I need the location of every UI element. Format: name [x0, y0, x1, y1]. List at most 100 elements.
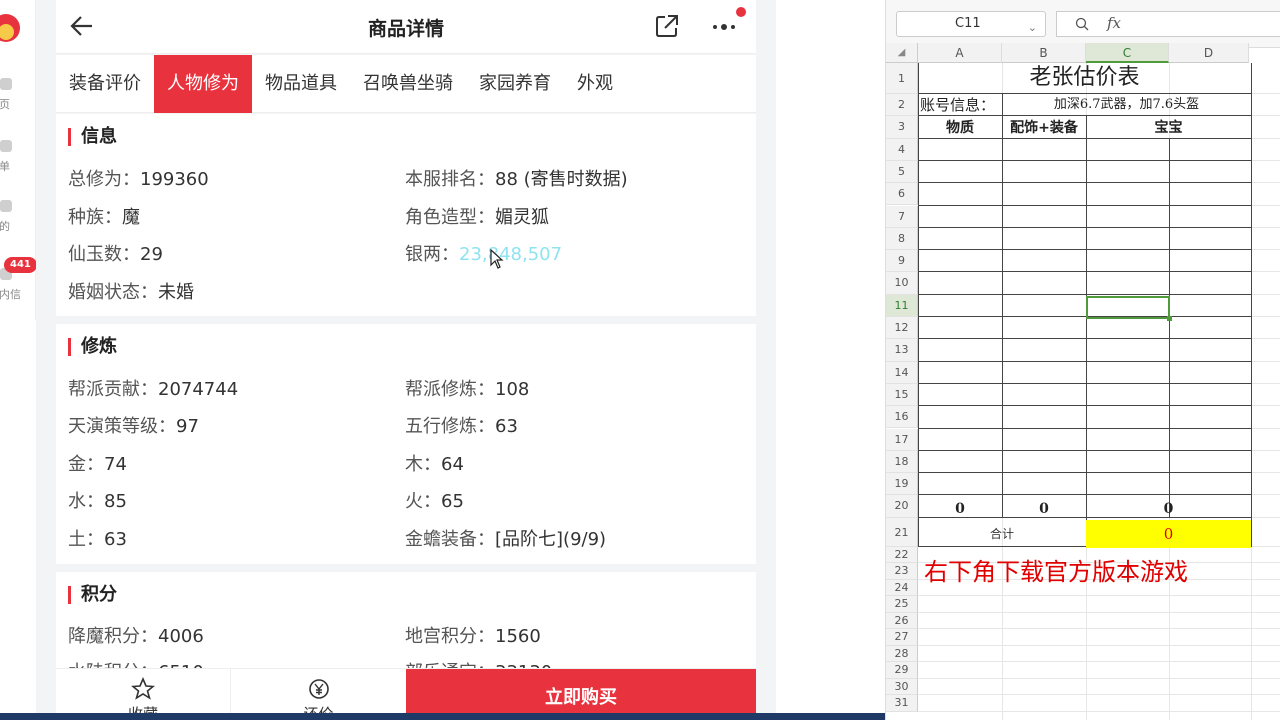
info-row: 角色造型：媚灵狐	[405, 203, 549, 229]
sidebar-item-home[interactable]: 首页	[0, 78, 36, 118]
row-header[interactable]: 12	[886, 317, 918, 340]
column-header-a[interactable]: A	[918, 43, 1002, 63]
info-key: 角色造型：	[405, 207, 495, 228]
grid-line	[918, 427, 1252, 429]
zoom-icon[interactable]	[1075, 17, 1089, 31]
tab-appearance[interactable]: 外观	[564, 55, 626, 113]
column-header-b[interactable]: B	[1002, 43, 1086, 63]
row-header[interactable]: 24	[886, 579, 918, 597]
cultivation-key: 五行修炼：	[405, 416, 495, 437]
grid-line	[1251, 63, 1252, 547]
row-header[interactable]: 19	[886, 473, 918, 496]
header-cell-a[interactable]: 物质	[918, 117, 1002, 139]
row-header[interactable]: 28	[886, 645, 918, 663]
tab-home-nurture[interactable]: 家园养育	[466, 55, 564, 113]
cultivation-row: 天演策等级：97	[68, 412, 199, 438]
row-header[interactable]: 30	[886, 678, 918, 696]
share-icon[interactable]	[654, 13, 680, 39]
row-header[interactable]: 14	[886, 361, 918, 384]
row-header[interactable]: 2	[886, 94, 918, 117]
row-header[interactable]: 31	[886, 695, 918, 712]
row-header[interactable]: 3	[886, 116, 918, 139]
account-value-cell[interactable]: 加深6.7武器，加7.6头盔	[1002, 94, 1251, 116]
grid-line	[918, 595, 1280, 597]
info-key: 仙玉数：	[68, 244, 140, 265]
row-header[interactable]: 6	[886, 183, 918, 206]
row-header[interactable]: 17	[886, 428, 918, 451]
row-header[interactable]: 1	[886, 63, 918, 94]
sum-value-cell[interactable]: 0	[1086, 520, 1251, 548]
row-header[interactable]: 9	[886, 250, 918, 273]
total-cell-c[interactable]: 0	[1086, 498, 1251, 520]
row-header[interactable]: 11	[886, 294, 918, 317]
cultivation-value: 64	[441, 454, 464, 475]
grid-line	[1086, 116, 1087, 547]
chevron-down-icon[interactable]: ⌄	[1028, 16, 1037, 40]
yen-coin-icon	[308, 679, 329, 699]
row-header[interactable]: 5	[886, 160, 918, 184]
info-value: 88 (寄售时数据)	[495, 169, 628, 190]
row-header[interactable]: 25	[886, 596, 918, 613]
row-header[interactable]: 10	[886, 272, 918, 295]
column-header-c[interactable]: C	[1086, 43, 1169, 63]
row-header[interactable]: 20	[886, 495, 918, 518]
more-icon[interactable]	[710, 14, 740, 38]
tab-equipment-review[interactable]: 装备评价	[56, 55, 154, 113]
cultivation-key: 天演策等级：	[68, 416, 176, 437]
header-cell-b[interactable]: 配饰+装备	[1002, 117, 1086, 139]
cultivation-row: 火：65	[405, 487, 464, 513]
column-header-d[interactable]: D	[1169, 43, 1249, 63]
info-key: 种族：	[68, 207, 122, 228]
cultivation-value: 2074744	[158, 379, 239, 400]
cultivation-key: 木：	[405, 454, 441, 475]
info-row: 本服排名：88 (寄售时数据)	[405, 165, 628, 191]
total-cell-a[interactable]: 0	[918, 498, 1002, 520]
tab-summons-mounts[interactable]: 召唤兽坐骑	[350, 55, 466, 113]
cultivation-key: 金：	[68, 454, 104, 475]
select-all-corner[interactable]: ◢	[886, 43, 918, 63]
order-icon	[0, 140, 12, 152]
row-header[interactable]: 18	[886, 450, 918, 474]
row-header[interactable]: 7	[886, 205, 918, 228]
info-row: 婚姻状态：未婚	[68, 278, 194, 304]
row-header[interactable]: 29	[886, 662, 918, 679]
cultivation-value: 74	[104, 454, 127, 475]
sidebar-item-messages[interactable]: 站内信	[0, 268, 36, 308]
row-header[interactable]: 21	[886, 517, 918, 547]
sum-label-cell[interactable]: 合计	[918, 520, 1086, 548]
sidebar-item-orders[interactable]: 订单	[0, 140, 36, 180]
sheet-grid[interactable]: 老张估价表 账号信息： 加深6.7武器，加7.6头盔 物质 配饰+装备 宝宝 0…	[918, 63, 1280, 720]
sheet-title-cell[interactable]: 老张估价表	[918, 63, 1251, 93]
row-header[interactable]: 22	[886, 546, 918, 564]
cultivation-row: 金：74	[68, 450, 127, 476]
row-header[interactable]: 13	[886, 339, 918, 362]
total-cell-b[interactable]: 0	[1002, 498, 1086, 520]
name-box[interactable]: C11 ⌄	[896, 11, 1046, 37]
fill-handle[interactable]	[1167, 316, 1172, 321]
row-header[interactable]: 15	[886, 383, 918, 407]
info-key: 银两：	[405, 244, 459, 265]
selected-cell-c11[interactable]	[1086, 296, 1170, 319]
row-header[interactable]: 8	[886, 227, 918, 251]
grid-line	[918, 204, 1252, 206]
header-cell-c[interactable]: 宝宝	[1086, 117, 1251, 139]
function-icon[interactable]: fx	[1107, 14, 1121, 32]
row-header[interactable]: 16	[886, 406, 918, 429]
formula-input[interactable]: fx	[1056, 11, 1280, 37]
tab-character-cultivation[interactable]: 人物修为	[154, 55, 252, 113]
tab-items[interactable]: 物品道具	[252, 55, 350, 113]
cultivation-value: 108	[495, 379, 530, 400]
sidebar-item-mine[interactable]: 我的	[0, 200, 36, 240]
sidebar-item-label: 我的	[0, 220, 10, 233]
row-header[interactable]: 26	[886, 612, 918, 630]
account-label-cell[interactable]: 账号信息：	[918, 94, 1002, 116]
page-title: 商品详情	[367, 18, 444, 40]
cultivation-row: 五行修炼：63	[405, 412, 518, 438]
cultivation-row: 帮派修炼：108	[405, 375, 529, 401]
cultivation-row: 金蟾装备：[品阶七](9/9)	[405, 525, 606, 551]
row-header[interactable]: 4	[886, 138, 918, 161]
grid-line	[918, 159, 1252, 161]
row-header[interactable]: 23	[886, 563, 918, 580]
cultivation-row: 土：63	[68, 525, 127, 551]
row-header[interactable]: 27	[886, 629, 918, 646]
